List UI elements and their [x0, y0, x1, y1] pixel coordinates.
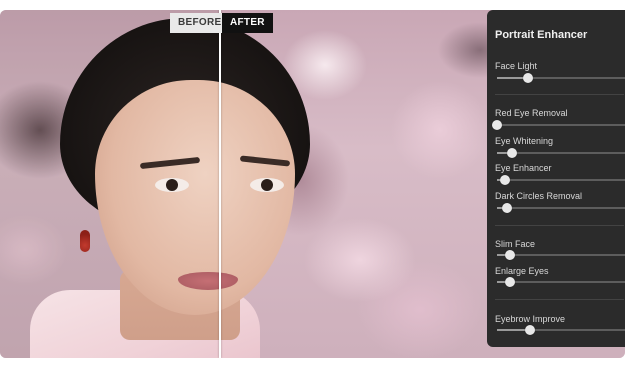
face-light-label: Face Light — [495, 61, 538, 71]
after-badge: AFTER — [222, 13, 273, 33]
face-light-slider[interactable] — [497, 73, 625, 83]
earring — [80, 230, 90, 252]
red-eye-removal-slider[interactable] — [492, 120, 625, 130]
slider-knob[interactable] — [522, 73, 533, 83]
before-badge: BEFORE — [170, 13, 230, 33]
slider-knob[interactable] — [502, 203, 513, 213]
eye-whitening-label: Eye Whitening — [495, 136, 554, 146]
panel-divider — [495, 94, 624, 95]
portrait-enhancer-panel: Portrait Enhancer Face Light Red Eye Rem… — [487, 10, 625, 347]
slider-knob[interactable] — [507, 148, 518, 158]
left-eye — [155, 178, 189, 192]
eye-whitening-slider[interactable] — [497, 148, 625, 158]
before-after-split-handle[interactable] — [219, 10, 221, 358]
slider-knob[interactable] — [525, 325, 536, 335]
eye-enhancer-label: Eye Enhancer — [495, 163, 552, 173]
panel-divider — [495, 299, 624, 300]
slider-knob[interactable] — [492, 120, 502, 130]
slider-knob[interactable] — [504, 277, 515, 287]
dark-circles-removal-slider[interactable] — [497, 203, 625, 213]
slim-face-label: Slim Face — [495, 239, 536, 249]
eye-enhancer-slider[interactable] — [497, 175, 625, 185]
red-eye-removal-label: Red Eye Removal — [495, 108, 568, 118]
slim-face-slider[interactable] — [497, 250, 625, 260]
enlarge-eyes-label: Enlarge Eyes — [495, 266, 549, 276]
eyebrow-improve-label: Eyebrow Improve — [495, 314, 566, 324]
enlarge-eyes-slider[interactable] — [497, 277, 625, 287]
slider-knob[interactable] — [499, 175, 510, 185]
panel-title: Portrait Enhancer — [495, 29, 588, 41]
dark-circles-removal-label: Dark Circles Removal — [495, 191, 583, 201]
eyebrow-improve-slider[interactable] — [497, 325, 625, 335]
panel-divider — [495, 225, 624, 226]
right-eye — [250, 178, 284, 192]
slider-knob[interactable] — [504, 250, 515, 260]
